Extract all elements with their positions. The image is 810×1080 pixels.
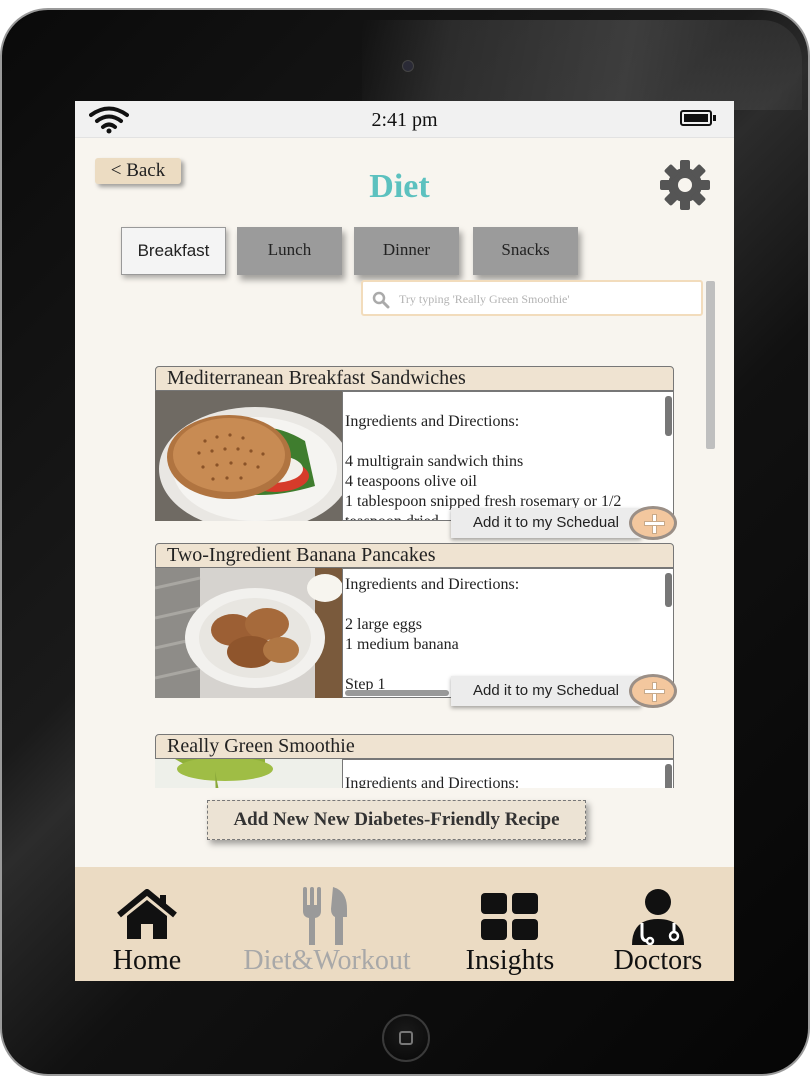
- ingredient-line: 1 medium banana: [345, 636, 459, 653]
- recipe-description: Ingredients and Directions:: [342, 759, 674, 788]
- recipe-photo-smoothie: [155, 759, 342, 788]
- recipe-text-scrollbar[interactable]: [665, 573, 672, 607]
- ingredient-line: 4 multigrain sandwich thins: [345, 453, 524, 470]
- recipe-card: Really Green Smoothie Ingredients and Di…: [155, 734, 675, 788]
- recipe-list: Mediterranean Breakfast Sandwiches Ingre…: [155, 363, 685, 788]
- nav-insights[interactable]: Insights: [460, 867, 560, 981]
- sandwich-image: [155, 391, 342, 521]
- nav-home-label: Home: [112, 945, 182, 976]
- search-input[interactable]: [397, 286, 691, 312]
- battery-icon: [680, 110, 716, 126]
- gear-icon[interactable]: [659, 159, 711, 211]
- ingredient-line: [345, 655, 673, 675]
- add-to-schedule-button[interactable]: Add it to my Schedual: [451, 674, 677, 708]
- recipe-text-scrollbar[interactable]: [665, 764, 672, 788]
- nav-doctors[interactable]: Doctors: [608, 867, 708, 981]
- nav-doctors-label: Doctors: [613, 945, 703, 976]
- camera: [402, 60, 414, 72]
- fork-knife-icon: [303, 887, 347, 945]
- recipe-horizontal-scrollbar[interactable]: [345, 690, 449, 696]
- recipe-photo-sandwich: [155, 391, 342, 521]
- doctor-icon: [632, 889, 684, 945]
- tab-snacks[interactable]: Snacks: [473, 227, 578, 275]
- recipe-title: Two-Ingredient Banana Pancakes: [155, 543, 674, 568]
- plus-icon[interactable]: [629, 674, 677, 708]
- bottom-nav: Home Diet&Workout Insights Doctors: [75, 867, 734, 981]
- ingredient-line: 2 large eggs: [345, 616, 423, 633]
- recipe-heading: Ingredients and Directions:: [345, 775, 520, 788]
- ingredient-line: 4 teaspoons olive oil: [345, 473, 477, 490]
- add-new-recipe-button[interactable]: Add New New Diabetes-Friendly Recipe: [207, 800, 586, 840]
- bezel-reflection: [362, 20, 802, 110]
- smoothie-image: [155, 759, 342, 788]
- recipe-heading: Ingredients and Directions:: [345, 576, 520, 593]
- plus-icon[interactable]: [629, 506, 677, 540]
- home-button-square-icon: [399, 1031, 413, 1045]
- add-to-schedule-label: Add it to my Schedual: [451, 508, 641, 538]
- home-icon: [117, 889, 177, 939]
- add-to-schedule-button[interactable]: Add it to my Schedual: [451, 506, 677, 540]
- recipe-card: Two-Ingredient Banana Pancakes Ingredien…: [155, 543, 677, 708]
- status-bar: 2:41 pm: [75, 101, 734, 138]
- recipe-description: Ingredients and Directions: 4 multigrain…: [342, 391, 674, 521]
- tab-dinner[interactable]: Dinner: [354, 227, 459, 275]
- grid-icon: [481, 893, 538, 940]
- status-time: 2:41 pm: [371, 109, 438, 131]
- battery-level: [684, 114, 708, 122]
- app-screen: 2:41 pm < Back Diet Breakfast Lunch Dinn…: [75, 101, 734, 981]
- recipe-title: Mediterranean Breakfast Sandwiches: [155, 366, 674, 391]
- recipe-title: Really Green Smoothie: [155, 734, 674, 759]
- nav-insights-label: Insights: [465, 945, 555, 976]
- nav-diet-workout-label: Diet&Workout: [243, 945, 411, 976]
- search-box: [361, 280, 703, 316]
- nav-home[interactable]: Home: [97, 867, 197, 981]
- tab-lunch[interactable]: Lunch: [237, 227, 342, 275]
- pancakes-image: [155, 568, 342, 698]
- recipe-photo-pancakes: [155, 568, 342, 698]
- recipe-card: Mediterranean Breakfast Sandwiches Ingre…: [155, 366, 677, 540]
- page-title: Diet: [369, 168, 430, 205]
- recipe-text-scrollbar[interactable]: [665, 396, 672, 436]
- tab-breakfast[interactable]: Breakfast: [121, 227, 226, 275]
- page-scrollbar[interactable]: [706, 281, 715, 449]
- search-icon: [372, 291, 390, 309]
- recipe-heading: Ingredients and Directions:: [345, 413, 520, 430]
- nav-diet-workout[interactable]: Diet&Workout: [237, 867, 417, 981]
- add-to-schedule-label: Add it to my Schedual: [451, 676, 641, 706]
- device-home-button[interactable]: [382, 1014, 430, 1062]
